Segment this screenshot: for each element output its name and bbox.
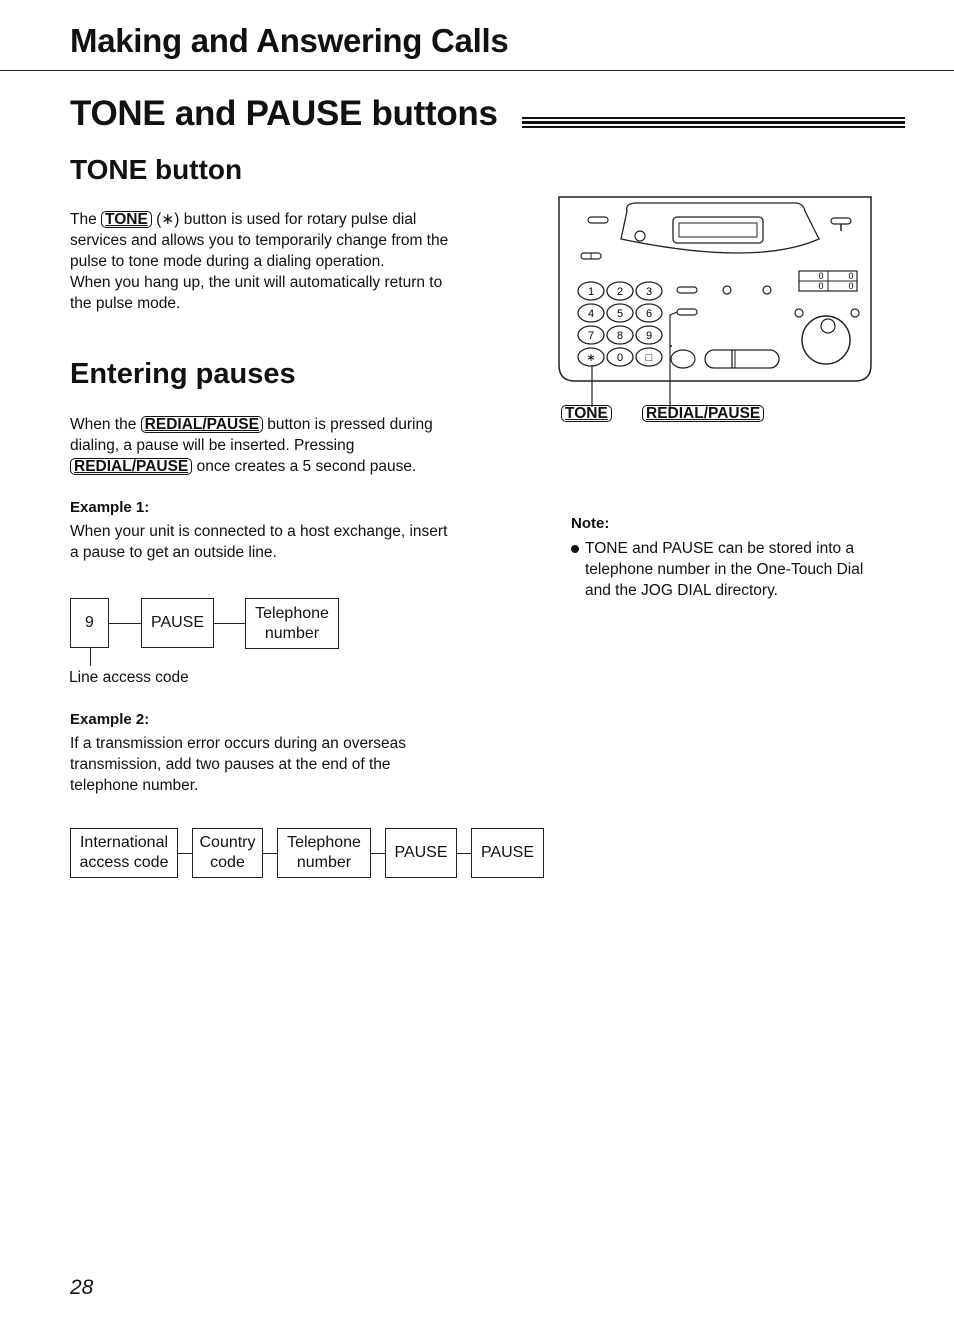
tone-para-line: pulse to tone mode during a dialing oper… — [70, 253, 385, 270]
diagram-connector — [371, 853, 385, 854]
asterisk-symbol: (∗) — [156, 211, 180, 228]
keypad-key-label: ∗ — [586, 352, 595, 364]
keypad-key-label: 8 — [617, 330, 623, 342]
tone-para-line: When you hang up, the unit will automati… — [70, 274, 443, 291]
chapter-title: Making and Answering Calls — [70, 22, 509, 59]
diagram-connector — [457, 853, 471, 854]
fax-panel-illustration: 1 2 3 4 5 6 7 8 9 ∗ 0 □ 0000 — [555, 195, 875, 430]
diagram-box-international-access-code: International access code — [70, 828, 178, 878]
callout-tone: TONE — [561, 405, 612, 422]
example1-line: When your unit is connected to a host ex… — [70, 523, 448, 540]
keypad: 1 2 3 4 5 6 7 8 9 ∗ 0 □ — [577, 281, 663, 367]
keypad-key: 5 — [606, 303, 634, 323]
counter-digit: 0 — [818, 281, 823, 291]
small-button — [830, 217, 852, 225]
redial-pause-key-label: REDIAL/PAUSE — [140, 416, 263, 433]
keypad-key-label: 2 — [617, 286, 623, 298]
keypad-key: 0 — [606, 347, 634, 367]
function-button — [676, 286, 698, 294]
entering-pauses-paragraph: When the REDIAL/PAUSE button is pressed … — [70, 414, 510, 477]
example1-label: Example 1: — [70, 499, 150, 516]
counter-digit: 0 — [848, 271, 853, 281]
volume-slider — [704, 349, 780, 369]
keypad-key-label: 5 — [617, 308, 623, 320]
diagram-box-telephone-number: Telephone number — [245, 598, 339, 649]
tone-button-paragraph: The TONE (∗) button is used for rotary p… — [70, 209, 510, 314]
note-bullet-item: TONE and PAUSE can be stored into a tele… — [571, 538, 911, 601]
diagram-box-telephone-number: Telephone number — [277, 828, 371, 878]
diagram-box-pause: PAUSE — [141, 598, 214, 648]
pause-line2: dialing, a pause will be inserted. Press… — [70, 437, 355, 454]
example2-line: If a transmission error occurs during an… — [70, 735, 406, 752]
example1-line: a pause to get an outside line. — [70, 544, 277, 561]
callout-redial-pause: REDIAL/PAUSE — [642, 405, 765, 422]
keypad-key: ∗ — [577, 347, 605, 367]
tone-para-line: services and allows you to temporarily c… — [70, 232, 449, 249]
pause-line1-rest: button is pressed during — [267, 416, 433, 433]
keypad-key-label: 3 — [646, 286, 652, 298]
redial-pause-key-label: REDIAL/PAUSE — [70, 458, 193, 475]
diagram-caption-line-access-code: Line access code — [69, 669, 189, 686]
tone-button-heading: TONE button — [70, 154, 243, 185]
example2-line: telephone number. — [70, 777, 199, 794]
pause-line1-prefix: When the — [70, 416, 137, 433]
diagram-pointer-line — [90, 648, 91, 666]
start-button — [670, 349, 696, 369]
keypad-key: □ — [635, 347, 663, 367]
entering-pauses-heading: Entering pauses — [70, 358, 296, 390]
keypad-key-label: □ — [646, 352, 653, 364]
diagram-connector — [109, 623, 141, 624]
display-window — [672, 216, 764, 244]
keypad-key: 9 — [635, 325, 663, 345]
bullet-icon — [571, 544, 579, 553]
tone-para-line1: button is used for rotary pulse dial — [183, 211, 417, 228]
keypad-key: 3 — [635, 281, 663, 301]
diagram-connector — [214, 623, 245, 624]
keypad-key-label: 9 — [646, 330, 652, 342]
keypad-key: 8 — [606, 325, 634, 345]
diagram-connector — [178, 853, 192, 854]
keypad-key: 2 — [606, 281, 634, 301]
indicator-light — [634, 230, 646, 242]
keypad-key: 4 — [577, 303, 605, 323]
page-number: 28 — [70, 1276, 94, 1299]
keypad-key-label: 6 — [646, 308, 652, 320]
display-screen — [678, 222, 758, 238]
keypad-key-label: 0 — [617, 352, 623, 364]
fax-panel-svg: 1 2 34 5 67 8 9∗ 0 □ 0 00 0 — [558, 196, 872, 407]
keypad-key: 1 — [577, 281, 605, 301]
diagram-box-line-access: 9 — [70, 598, 109, 648]
chapter-divider — [0, 70, 954, 71]
display-bezel — [620, 202, 820, 254]
diagram-connector — [263, 853, 277, 854]
example2-line: transmission, add two pauses at the end … — [70, 756, 391, 773]
example1-text: When your unit is connected to a host ex… — [70, 521, 510, 563]
small-button — [587, 216, 609, 224]
note-line: and the JOG DIAL directory. — [585, 582, 778, 599]
tone-key-label: TONE — [101, 211, 152, 228]
example2-label: Example 2: — [70, 711, 150, 728]
diagram-box-pause-2: PAUSE — [471, 828, 544, 878]
redial-pause-button — [676, 308, 698, 316]
section-title: TONE and PAUSE buttons — [70, 94, 498, 133]
note-line: telephone number in the One-Touch Dial — [585, 561, 864, 578]
keypad-key-label: 4 — [588, 308, 594, 320]
tone-para-prefix: The — [70, 211, 97, 228]
diagram-box-pause-1: PAUSE — [385, 828, 457, 878]
tone-para-line: the pulse mode. — [70, 295, 181, 312]
counter-digit: 0 — [848, 281, 853, 291]
note-label: Note: — [571, 515, 610, 532]
panel-outline — [558, 196, 872, 382]
keypad-key-label: 1 — [588, 286, 594, 298]
jog-dial — [801, 315, 851, 365]
diagram-box-country-code: Country code — [192, 828, 263, 878]
pause-line3-rest: once creates a 5 second pause. — [196, 458, 417, 475]
section-title-rule — [522, 117, 905, 128]
keypad-key: 7 — [577, 325, 605, 345]
example2-text: If a transmission error occurs during an… — [70, 733, 510, 796]
counter-digit: 0 — [818, 271, 823, 281]
keypad-key: 6 — [635, 303, 663, 323]
keypad-key-label: 7 — [588, 330, 594, 342]
note-line: TONE and PAUSE can be stored into a — [585, 540, 855, 557]
